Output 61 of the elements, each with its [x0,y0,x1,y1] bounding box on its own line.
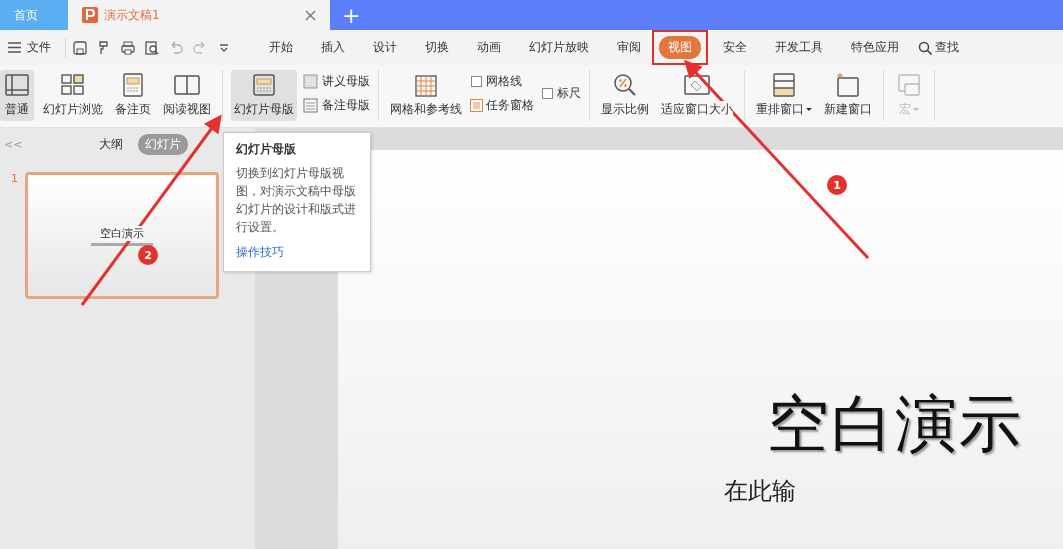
tooltip-title: 幻灯片母版 [236,141,297,158]
normal-view-icon [3,72,31,98]
ribbon-tab[interactable]: 安全 [714,36,756,59]
thumbnail-subtitle-line [91,242,153,246]
ribbon-tab[interactable]: 插入 [312,36,354,59]
print-icon[interactable] [120,39,136,56]
checkbox-label: 标尺 [557,85,581,102]
checkbox-option[interactable]: 网格线 [471,73,534,91]
checkbox-option[interactable]: 标尺 [542,85,581,102]
checkbox-label: 任务窗格 [486,96,534,114]
new-tab-button[interactable]: + [330,0,373,30]
ribbon-button[interactable]: 重排窗口 [753,70,815,121]
macro-icon [895,72,923,98]
ribbon-tab[interactable]: 切换 [416,36,458,59]
slide-title: 空白演示 [767,393,1023,455]
ribbon-tab[interactable]: 设计 [364,36,406,59]
notes-master-icon [303,97,318,113]
ribbon-button[interactable]: 幻灯片浏览 [40,70,106,121]
presentation-file-icon [82,7,98,23]
checkbox[interactable] [471,76,482,88]
ribbon-button[interactable]: 讲义母版 [303,73,370,91]
panel-tab[interactable]: 大纲 [92,133,131,155]
close-icon [305,9,316,21]
ribbon-button[interactable]: 显示比例 [598,70,652,121]
checkbox-label: 网格线 [486,73,522,91]
menu-icon [8,42,21,53]
handout-master-icon [303,74,318,90]
save-icon[interactable] [72,39,88,56]
file-menu-button[interactable]: 文件 [8,39,59,56]
grid-icon [412,72,440,98]
ribbon-button[interactable]: 备注母版 [303,96,370,114]
ribbon-button[interactable]: 幻灯片母版 [231,70,297,121]
arrange-windows-icon [770,72,798,98]
slide-subtitle: 在此输 [724,476,796,507]
search-button[interactable]: 查找 [918,39,959,56]
search-icon [918,40,932,55]
fit-window-icon [683,72,711,98]
slide-number: 1 [11,172,17,185]
ribbon-button[interactable]: 适应窗口大小 [658,70,736,121]
ribbon-tab[interactable]: 幻灯片放映 [520,36,598,59]
tooltip-text: 切换到幻灯片母版视图，对演示文稿中母版幻灯片的设计和版式进行设置。 [236,165,357,236]
ribbon-tab[interactable]: 开始 [260,36,302,59]
thumbnail-title: 空白演示 [100,225,144,241]
document-title: 演示文稿1 [104,6,160,24]
ribbon-tab[interactable]: 开发工具 [766,36,832,59]
open-book-icon [173,72,201,98]
tips-link[interactable]: 操作技巧 [236,244,284,261]
ribbon-button[interactable]: 网格和参考线 [387,70,465,121]
ribbon-tab[interactable]: 审阅 [608,36,650,59]
slide-grid-icon [59,72,87,98]
slide-master-icon [250,72,278,98]
ribbon-button[interactable]: 备注页 [112,70,154,121]
checkbox-option[interactable]: 任务窗格 [471,96,534,114]
ribbon-tab[interactable]: 动画 [468,36,510,59]
print-preview-icon[interactable] [144,39,160,56]
ribbon-button[interactable]: 新建窗口 [821,70,875,121]
ribbon-tab[interactable]: 特色应用 [842,36,908,59]
ribbon-button[interactable]: 普通 [0,70,34,121]
checkbox[interactable] [542,88,553,99]
new-window-icon [834,72,862,98]
ribbon-button[interactable]: 阅读视图 [160,70,214,121]
